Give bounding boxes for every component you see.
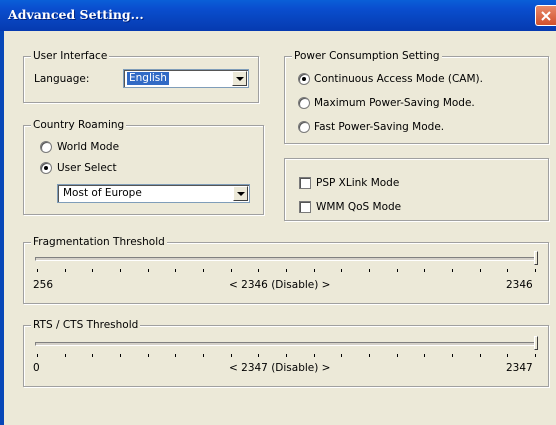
close-button[interactable]: [535, 5, 556, 26]
slider-tick: [147, 354, 149, 357]
slider-tick: [424, 269, 426, 272]
slider-tick: [203, 269, 204, 272]
language-label: Language:: [34, 73, 90, 85]
slider-tick: [396, 354, 398, 357]
window-title: Advanced Setting...: [8, 7, 144, 22]
fragmentation-slider-thumb[interactable]: [534, 251, 538, 265]
chevron-down-icon[interactable]: [233, 186, 248, 201]
slider-tick: [479, 354, 481, 357]
rts-cts-ticks: [37, 354, 536, 357]
slider-tick: [147, 269, 149, 272]
language-select[interactable]: English: [123, 69, 249, 88]
rts-cts-min: 0: [33, 362, 40, 374]
slider-tick: [286, 354, 287, 357]
slider-tick: [313, 269, 315, 272]
slider-tick: [424, 354, 426, 357]
slider-tick: [369, 269, 370, 272]
slider-tick: [286, 269, 287, 272]
rts-cts-slider-thumb[interactable]: [534, 336, 538, 350]
country-roaming-legend: Country Roaming: [31, 118, 127, 132]
slider-tick: [341, 354, 343, 357]
rts-cts-slider-track[interactable]: [35, 342, 538, 346]
region-select-value: Most of Europe: [63, 187, 142, 199]
psp-xlink-label[interactable]: PSP XLink Mode: [316, 176, 399, 190]
fragmentation-min: 256: [33, 279, 54, 291]
region-select[interactable]: Most of Europe: [57, 184, 250, 203]
window-frame: [0, 31, 4, 425]
cam-mode-radio[interactable]: [298, 73, 310, 85]
wmm-qos-checkbox[interactable]: [299, 201, 311, 213]
slider-tick: [64, 354, 66, 357]
slider-tick: [258, 354, 260, 357]
fragmentation-current: < 2346 (Disable) >: [229, 279, 331, 291]
slider-tick: [92, 269, 94, 272]
wmm-qos-label[interactable]: WMM QoS Mode: [316, 200, 401, 214]
slider-tick: [120, 269, 121, 272]
slider-tick: [452, 269, 453, 272]
fast-power-saving-radio[interactable]: [298, 121, 310, 133]
fragmentation-legend: Fragmentation Threshold: [31, 235, 167, 249]
fragmentation-slider-track[interactable]: [35, 257, 538, 261]
slider-tick: [230, 354, 232, 357]
close-icon: [541, 11, 551, 21]
rts-cts-current: < 2347 (Disable) >: [229, 362, 331, 374]
rts-cts-max: 2347: [506, 362, 533, 374]
fast-power-saving-label[interactable]: Fast Power-Saving Mode.: [314, 120, 444, 134]
slider-tick: [175, 354, 177, 357]
chevron-down-icon[interactable]: [232, 71, 247, 86]
power-consumption-legend: Power Consumption Setting: [292, 49, 442, 63]
slider-tick: [535, 354, 536, 357]
max-power-saving-label[interactable]: Maximum Power-Saving Mode.: [314, 96, 475, 110]
title-bar[interactable]: Advanced Setting...: [0, 0, 556, 31]
user-select-radio[interactable]: [40, 162, 52, 174]
rts-cts-legend: RTS / CTS Threshold: [31, 318, 141, 332]
max-power-saving-radio[interactable]: [298, 97, 310, 109]
world-mode-radio[interactable]: [40, 141, 52, 153]
user-interface-legend: User Interface: [31, 49, 110, 63]
slider-tick: [369, 354, 370, 357]
slider-tick: [230, 269, 232, 272]
slider-tick: [203, 354, 204, 357]
slider-tick: [507, 269, 509, 272]
slider-tick: [341, 269, 343, 272]
slider-tick: [92, 354, 94, 357]
fragmentation-max: 2346: [506, 279, 533, 291]
language-select-value: English: [127, 72, 169, 85]
slider-tick: [175, 269, 177, 272]
fragmentation-ticks: [37, 269, 536, 272]
slider-tick: [64, 269, 66, 272]
fragmentation-group: Fragmentation Threshold: [23, 235, 549, 304]
slider-tick: [37, 269, 38, 272]
psp-xlink-checkbox[interactable]: [299, 177, 311, 189]
slider-tick: [507, 354, 509, 357]
slider-tick: [535, 269, 536, 272]
slider-tick: [396, 269, 398, 272]
slider-tick: [313, 354, 315, 357]
world-mode-label[interactable]: World Mode: [57, 140, 119, 154]
slider-tick: [479, 269, 481, 272]
slider-tick: [258, 269, 260, 272]
advanced-setting-dialog: Advanced Setting... User Interface Langu…: [0, 0, 556, 425]
user-select-label[interactable]: User Select: [57, 161, 117, 175]
cam-mode-label[interactable]: Continuous Access Mode (CAM).: [314, 72, 483, 86]
slider-tick: [120, 354, 121, 357]
slider-tick: [452, 354, 453, 357]
slider-tick: [37, 354, 38, 357]
